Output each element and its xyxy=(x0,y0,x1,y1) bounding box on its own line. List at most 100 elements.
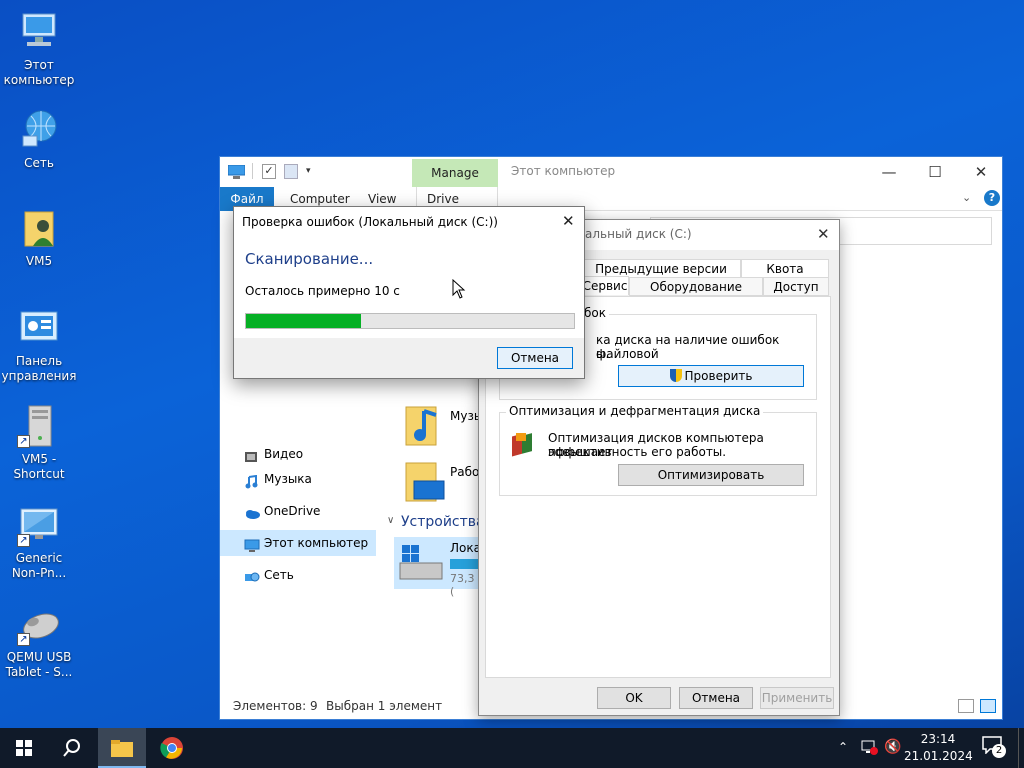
desktop-icon-network[interactable]: Сеть xyxy=(1,108,77,171)
folder-icon xyxy=(111,740,133,757)
apply-button[interactable]: Применить xyxy=(760,687,834,709)
explorer-titlebar: ✓ ▾ Manage Этот компьютер — ☐ ✕ xyxy=(220,157,1002,187)
item-count: Элементов: 9 xyxy=(233,699,318,713)
nav-item-label: Этот компьютер xyxy=(264,536,369,550)
shield-icon xyxy=(669,369,682,382)
folder-music-tile[interactable]: Музы xyxy=(404,401,484,449)
clock-time[interactable]: 23:14 xyxy=(910,732,966,746)
search-button[interactable] xyxy=(48,728,96,768)
desktop-icon-qemu-tablet[interactable]: ↗ QEMU USB Tablet - S... xyxy=(1,602,77,680)
tab-hardware[interactable]: Оборудование xyxy=(629,277,763,296)
desktop-icon-generic-monitor[interactable]: ↗ Generic Non-Pn... xyxy=(1,503,77,581)
optimize-group: Оптимизация и дефрагментация диска Оптим… xyxy=(499,404,817,496)
folder-desktop-tile[interactable]: Рабо xyxy=(404,457,484,505)
qat-dropdown-icon[interactable]: ▾ xyxy=(306,166,311,176)
new-folder-qat-icon[interactable] xyxy=(284,164,298,179)
chrome-icon xyxy=(160,737,183,759)
help-icon[interactable]: ? xyxy=(984,190,1000,206)
search-icon xyxy=(63,739,80,757)
shortcut-arrow-icon: ↗ xyxy=(17,633,30,646)
selection-count: Выбран 1 элемент xyxy=(326,699,443,713)
drive-free-text: 73,3 ( xyxy=(450,572,475,598)
taskbar: ⌃ 🔇 23:14 21.01.2024 2 xyxy=(0,728,1024,768)
close-icon[interactable]: ✕ xyxy=(562,212,575,230)
server-icon: ↗ xyxy=(17,404,61,448)
properties-qat-icon[interactable]: ✓ xyxy=(262,164,276,179)
start-button[interactable] xyxy=(0,728,48,768)
chevron-down-icon[interactable]: ∨ xyxy=(387,515,394,526)
show-hidden-icons[interactable]: ⌃ xyxy=(838,740,848,754)
check-button[interactable]: Проверить xyxy=(618,365,804,387)
window-title: Этот компьютер xyxy=(511,164,616,178)
drive-usage-bar xyxy=(450,559,478,569)
nav-item-label: Музыка xyxy=(264,472,312,486)
onedrive-icon xyxy=(244,504,260,519)
show-desktop-button[interactable] xyxy=(1018,728,1024,768)
dialog-title: альный диск (C:) xyxy=(585,227,692,241)
large-icons-view-icon[interactable] xyxy=(980,699,996,713)
volume-muted-icon[interactable]: 🔇 xyxy=(884,739,901,755)
notification-badge: 2 xyxy=(992,744,1006,758)
monitor-icon: ↗ xyxy=(17,503,61,547)
tab-service[interactable]: Сервис xyxy=(581,276,629,295)
shortcut-arrow-icon: ↗ xyxy=(17,534,30,547)
desktop-icon-this-pc[interactable]: Этот компьютер xyxy=(1,10,77,88)
group-title: Оптимизация и дефрагментация диска xyxy=(506,404,764,418)
folder-label: Рабо xyxy=(450,465,480,479)
network-icon xyxy=(17,108,61,152)
close-icon[interactable]: ✕ xyxy=(817,225,830,243)
clock-date[interactable]: 21.01.2024 xyxy=(904,749,973,763)
computer-icon xyxy=(227,164,246,179)
desktop-icon-vm5[interactable]: VM5 xyxy=(1,206,77,269)
qat-separator xyxy=(252,163,253,179)
desktop-folder-icon xyxy=(404,457,446,506)
dialog-footer: Отмена xyxy=(234,338,584,378)
nav-item-music[interactable]: Музыка xyxy=(220,466,378,492)
ok-button[interactable]: OK xyxy=(597,687,671,709)
drive-icon xyxy=(398,541,444,588)
drive-c-tile[interactable]: Лока 73,3 ( xyxy=(394,537,481,598)
maximize-button[interactable]: ☐ xyxy=(912,157,958,187)
nav-item-this-pc[interactable]: Этот компьютер xyxy=(220,530,376,556)
chevron-down-icon[interactable]: ⌄ xyxy=(962,191,971,204)
shortcut-arrow-icon: ↗ xyxy=(17,435,30,448)
taskbar-chrome[interactable] xyxy=(148,728,196,768)
optimize-button[interactable]: Оптимизировать xyxy=(618,464,804,486)
progress-bar xyxy=(245,313,575,329)
taskbar-explorer[interactable] xyxy=(98,728,146,768)
error-check-dialog: Проверка ошибок (Локальный диск (C:)) ✕ … xyxy=(233,206,585,379)
nav-item-onedrive[interactable]: OneDrive xyxy=(220,498,378,524)
details-view-icon[interactable] xyxy=(958,699,974,713)
desktop-icon-label: Этот компьютер xyxy=(3,58,75,87)
cancel-button[interactable]: Отмена xyxy=(679,687,753,709)
defrag-icon xyxy=(510,431,536,464)
tab-quota[interactable]: Квота xyxy=(741,259,829,278)
cancel-button[interactable]: Отмена xyxy=(497,347,573,369)
desktop-icon-label: Сеть xyxy=(24,156,54,170)
music-folder-icon xyxy=(404,401,446,450)
nav-item-network[interactable]: Сеть xyxy=(220,562,378,588)
nav-item-label: OneDrive xyxy=(264,504,321,518)
minimize-button[interactable]: — xyxy=(866,157,912,187)
scanning-heading: Сканирование... xyxy=(245,250,374,268)
desktop-icon-label: VM5 - Shortcut xyxy=(13,452,65,481)
notifications-button[interactable]: 2 xyxy=(982,736,1008,760)
devices-group-header[interactable]: Устройства xyxy=(401,514,485,530)
desktop-icon-label: Generic Non-Pn... xyxy=(11,551,67,580)
desktop-icon-label: Панель управления xyxy=(1,354,77,383)
user-folder-icon xyxy=(17,206,61,250)
windows-logo-icon xyxy=(16,740,32,756)
network-tray-icon[interactable] xyxy=(860,739,878,755)
desktop-icon-label: VM5 xyxy=(25,254,53,268)
drive-label: Лока xyxy=(450,541,481,555)
close-button[interactable]: ✕ xyxy=(958,157,1004,187)
mouse-cursor xyxy=(452,278,466,302)
desktop-icon-vm5-shortcut[interactable]: ↗ VM5 - Shortcut xyxy=(1,404,77,482)
desktop-icon-control-panel[interactable]: Панель управления xyxy=(1,306,77,384)
progress-fill xyxy=(246,314,361,328)
check-button-label: Проверить xyxy=(684,369,753,383)
manage-tab[interactable]: Manage xyxy=(412,159,498,187)
nav-item-video[interactable]: Видео xyxy=(220,441,378,467)
video-icon xyxy=(244,447,258,462)
tab-sharing[interactable]: Доступ xyxy=(763,277,829,296)
